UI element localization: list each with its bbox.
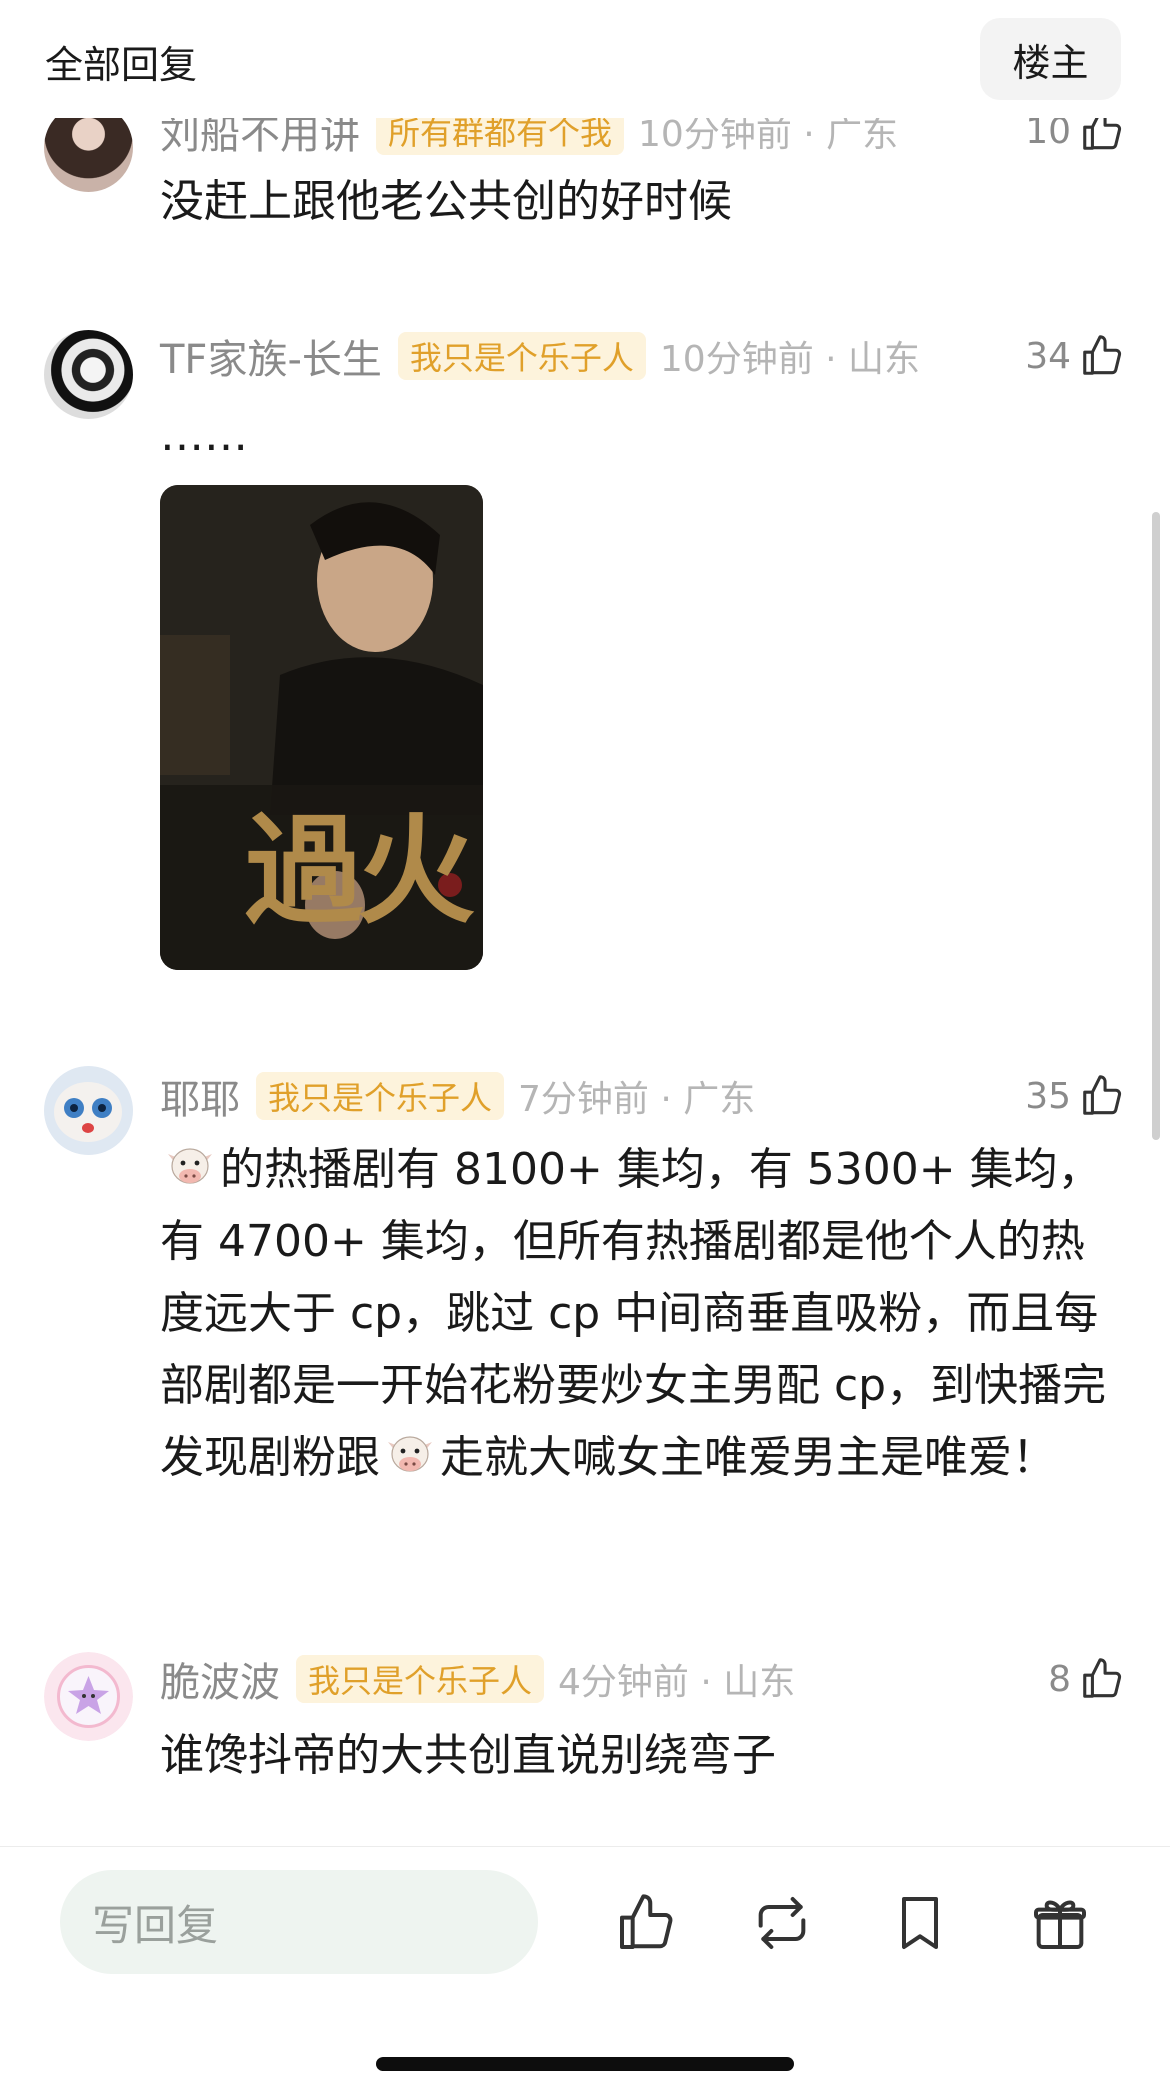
bookmark-icon[interactable]	[888, 1891, 952, 1955]
username[interactable]: 耶耶	[160, 1067, 240, 1125]
page-title: 全部回复	[45, 43, 198, 87]
comment-image[interactable]: 過火	[160, 485, 483, 970]
repost-icon[interactable]	[750, 1891, 814, 1955]
like-button[interactable]: 8	[1048, 1654, 1125, 1704]
avatar[interactable]	[44, 330, 133, 419]
op-only-button[interactable]: 楼主	[980, 18, 1121, 100]
avatar[interactable]	[44, 1652, 133, 1741]
thumb-up-icon	[1079, 1656, 1125, 1702]
cow-face-icon	[384, 1428, 436, 1480]
like-count: 8	[1048, 1658, 1071, 1700]
like-button[interactable]: 34	[1025, 331, 1125, 381]
header: 全部回复 楼主	[0, 0, 1170, 118]
comment-text: ……	[160, 410, 248, 461]
comment-text-part: 走就大喊女主唯爱男主是唯爱！	[440, 1432, 1056, 1483]
comment-list[interactable]: 刘船不用讲 所有群都有个我 10分钟前 · 广东 10 没赶上跟他老公共创的好时…	[0, 0, 1170, 1846]
avatar[interactable]	[44, 1066, 133, 1155]
time-location: 10分钟前 · 山东	[659, 339, 921, 380]
like-count: 34	[1025, 335, 1071, 377]
username[interactable]: TF家族-长生	[160, 327, 382, 385]
bottom-bar: 写回复	[0, 1846, 1170, 2099]
poster-title: 過火	[245, 801, 475, 940]
username[interactable]: 脆波波	[160, 1650, 280, 1708]
comment-text: 的热播剧有 8100+ 集均，有 5300+ 集均，有 4700+ 集均，但所有…	[160, 1134, 1120, 1494]
time-location: 4分钟前 · 山东	[558, 1662, 796, 1703]
like-count: 35	[1025, 1075, 1071, 1117]
fan-badge: 我只是个乐子人	[256, 1072, 505, 1120]
time-location: 7分钟前 · 广东	[518, 1079, 756, 1120]
fan-badge: 我只是个乐子人	[397, 332, 646, 380]
thumb-up-icon[interactable]	[614, 1891, 678, 1955]
home-indicator[interactable]	[376, 2057, 794, 2071]
fan-badge: 我只是个乐子人	[296, 1655, 545, 1703]
cow-face-icon	[164, 1140, 216, 1192]
scrollbar[interactable]	[1152, 512, 1160, 1140]
like-button[interactable]: 35	[1025, 1071, 1125, 1121]
gift-icon[interactable]	[1028, 1891, 1092, 1955]
reply-input[interactable]: 写回复	[60, 1870, 538, 1974]
comment-text: 谁馋抖帝的大共创直说别绕弯子	[160, 1730, 776, 1781]
thumb-up-icon	[1079, 1073, 1125, 1119]
thumb-up-icon	[1079, 333, 1125, 379]
comment-text: 没赶上跟他老公共创的好时候	[160, 176, 732, 227]
